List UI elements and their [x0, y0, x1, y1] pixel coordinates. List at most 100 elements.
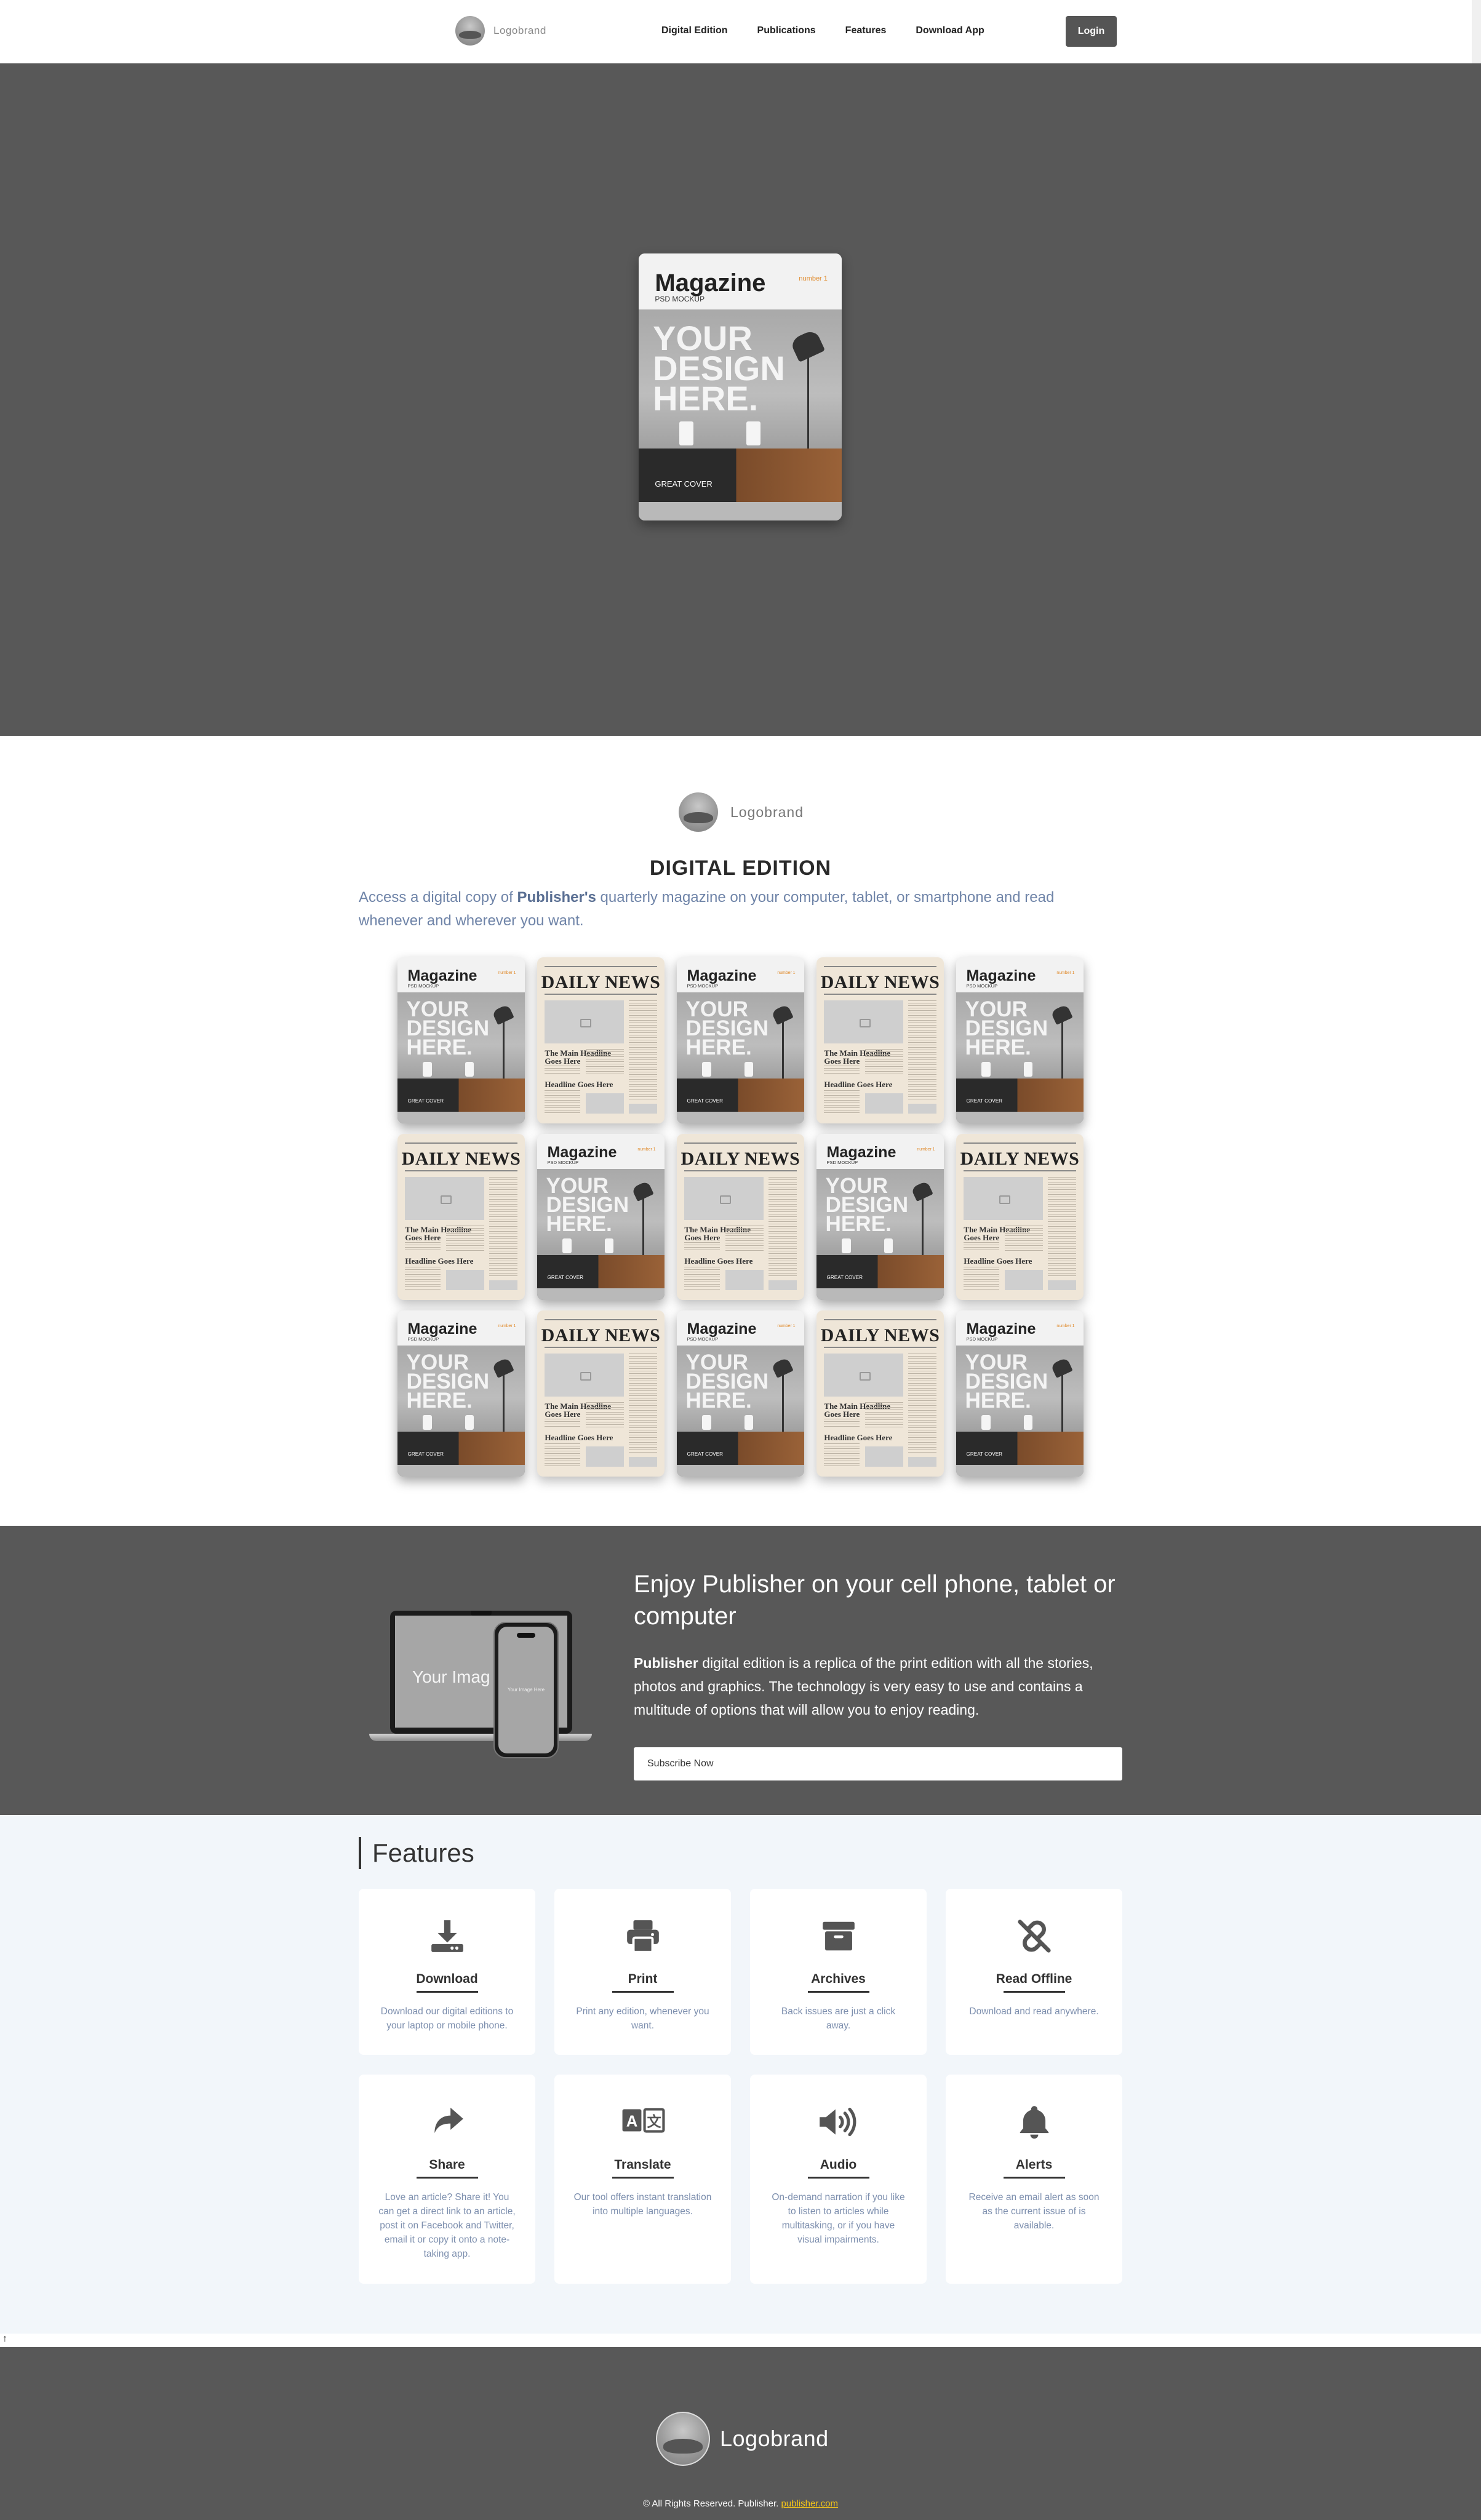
- unlink-icon: [946, 1917, 1122, 1960]
- back-to-top-bar: ↑: [0, 2334, 1481, 2347]
- digital-edition-logo-text: Logobrand: [730, 803, 804, 820]
- magazine-title: Magazine: [655, 269, 766, 297]
- newspaper-cover-item[interactable]: DAILY NEWS The Main Headline Goes Here Hea…: [816, 957, 944, 1123]
- subscribe-button[interactable]: Subscribe Now: [634, 1747, 1122, 1780]
- hero-magazine-cover[interactable]: Magazine PSD MOCKUP number 1 YOUR DESIGN HE…: [639, 253, 842, 520]
- magazine-cover-item[interactable]: Magazine PSD MOCKUP number 1 YOUR DESIGN HE…: [537, 1134, 665, 1300]
- newspaper-subheadline: Headline Goes Here: [824, 1079, 893, 1089]
- magazine-title: Magazine: [407, 1320, 477, 1338]
- magazine-title: Magazine: [687, 967, 757, 985]
- newspaper-subheadline: Headline Goes Here: [545, 1079, 613, 1089]
- magazine-caption: GREAT COVER: [966, 1098, 1003, 1104]
- feature-title: Translate: [614, 2158, 671, 2172]
- archive-icon: [750, 1917, 927, 1960]
- feature-title: Share: [429, 2158, 465, 2172]
- magazine-number: number 1: [1056, 970, 1075, 975]
- magazine-cover-item[interactable]: Magazine PSD MOCKUP number 1 YOUR DESIGN HE…: [956, 1310, 1084, 1477]
- print-icon: [554, 1917, 731, 1960]
- newspaper-cover-item[interactable]: DAILY NEWS The Main Headline Goes Here Hea…: [816, 1310, 944, 1477]
- magazine-subtitle: PSD MOCKUP: [966, 1336, 998, 1342]
- feature-card-read-offline: Read Offline Download and read anywhere.: [946, 1889, 1122, 2055]
- newspaper-subheadline: Headline Goes Here: [824, 1432, 893, 1442]
- nav-link-features[interactable]: Features: [845, 25, 887, 36]
- magazine-subtitle: PSD MOCKUP: [966, 983, 998, 989]
- nav-link-digital-edition[interactable]: Digital Edition: [661, 25, 728, 36]
- magazine-cover-item[interactable]: Magazine PSD MOCKUP number 1 YOUR DESIGN HE…: [816, 1134, 944, 1300]
- newspaper-cover-item[interactable]: DAILY NEWS The Main Headline Goes Here Hea…: [537, 1310, 665, 1477]
- feature-card-translate: A 文 Translate Our tool offers instant trans…: [554, 2075, 731, 2284]
- newspaper-cover-item[interactable]: DAILY NEWS The Main Headline Goes Here Hea…: [537, 957, 665, 1123]
- magazine-caption: GREAT COVER: [547, 1274, 584, 1280]
- magazine-number: number 1: [777, 970, 796, 975]
- newspaper-title: DAILY NEWS: [541, 1325, 661, 1346]
- scrollbar[interactable]: [1472, 0, 1481, 63]
- app-text: digital edition is a replica of the prin…: [634, 1655, 1093, 1718]
- magazine-number: number 1: [777, 1323, 796, 1328]
- digital-edition-description: Access a digital copy of Publisher's qua…: [359, 886, 1122, 933]
- nav-link-publications[interactable]: Publications: [757, 25, 816, 36]
- newspaper-subheadline: Headline Goes Here: [964, 1256, 1032, 1266]
- features-section: [0, 1815, 1481, 2334]
- magazine-caption: GREAT COVER: [407, 1098, 444, 1104]
- feature-title: Archives: [811, 1972, 866, 1986]
- magazine-title: Magazine: [966, 1320, 1036, 1338]
- feature-card-print: Print Print any edition, whenever you wan…: [554, 1889, 731, 2055]
- newspaper-photo: [824, 1000, 903, 1044]
- footer-logo-text: Logobrand: [720, 2426, 829, 2451]
- magazine-subtitle: PSD MOCKUP: [407, 1336, 439, 1342]
- magazine-headline: YOUR DESIGN HERE.: [406, 1350, 490, 1413]
- magazine-number: number 1: [1056, 1323, 1075, 1328]
- magazine-cover-item[interactable]: Magazine PSD MOCKUP number 1 YOUR DESIGN HE…: [677, 1310, 804, 1477]
- feature-description: Print any edition, whenever you want.: [576, 2006, 709, 2031]
- nav-links: Digital Edition Publications Features Do…: [661, 25, 1014, 36]
- nav-logo-text: Logobrand: [493, 25, 546, 36]
- laptop-screen-text: Your Imag: [412, 1667, 490, 1686]
- feature-description: Back issues are just a click away.: [781, 2006, 896, 2031]
- feature-description: On-demand narration if you like to liste…: [772, 2192, 905, 2245]
- feature-card-share: Share Love an article? Share it! You can …: [359, 2075, 535, 2284]
- bell-icon: [946, 2103, 1122, 2146]
- login-button[interactable]: Login: [1066, 16, 1117, 47]
- newspaper-title: DAILY NEWS: [541, 972, 661, 993]
- newspaper-cover-item[interactable]: DAILY NEWS The Main Headline Goes Here Hea…: [956, 1134, 1084, 1300]
- svg-text:文: 文: [647, 2114, 661, 2130]
- footer-logo: Logobrand: [656, 2412, 829, 2466]
- logo-icon: [656, 2412, 710, 2466]
- newspaper-cover-item[interactable]: DAILY NEWS The Main Headline Goes Here Hea…: [397, 1134, 525, 1300]
- magazine-title: Magazine: [966, 967, 1036, 985]
- feature-title: Download: [416, 1972, 478, 1986]
- footer-link[interactable]: publisher.com: [781, 2498, 838, 2509]
- newspaper-subheadline: Headline Goes Here: [405, 1256, 474, 1266]
- feature-card-archives: Archives Back issues are just a click awa…: [750, 1889, 927, 2055]
- top-navbar: Logobrand Digital Edition Publications F…: [0, 0, 1472, 63]
- app-title: Enjoy Publisher on your cell phone, tabl…: [634, 1571, 1116, 1630]
- magazine-caption: GREAT COVER: [655, 479, 713, 488]
- magazine-cover-item[interactable]: Magazine PSD MOCKUP number 1 YOUR DESIGN HE…: [397, 957, 525, 1123]
- feature-title: Read Offline: [996, 1972, 1072, 1986]
- desc-text: Access a digital copy of: [359, 889, 517, 906]
- audio-icon: [750, 2103, 927, 2146]
- magazine-cover-item[interactable]: Magazine PSD MOCKUP number 1 YOUR DESIGN HE…: [677, 957, 804, 1123]
- feature-title: Print: [628, 1972, 658, 1986]
- magazine-subtitle: PSD MOCKUP: [826, 1159, 858, 1165]
- app-publisher: Publisher: [634, 1655, 698, 1671]
- magazine-cover-item[interactable]: Magazine PSD MOCKUP number 1 YOUR DESIGN HE…: [397, 1310, 525, 1477]
- download-icon: [359, 1917, 535, 1960]
- feature-card-audio: Audio On-demand narration if you like to …: [750, 2075, 927, 2284]
- logo-icon: [455, 16, 485, 46]
- feature-card-alerts: Alerts Receive an email alert as soon as …: [946, 2075, 1122, 2284]
- newspaper-cover-item[interactable]: DAILY NEWS The Main Headline Goes Here Hea…: [677, 1134, 804, 1300]
- magazine-headline: YOUR DESIGN HERE.: [825, 1174, 909, 1236]
- magazine-caption: GREAT COVER: [966, 1451, 1003, 1457]
- back-to-top-icon[interactable]: ↑: [2, 2334, 7, 2345]
- magazine-cover-item[interactable]: Magazine PSD MOCKUP number 1 YOUR DESIGN HE…: [956, 957, 1084, 1123]
- share-icon: [359, 2103, 535, 2146]
- nav-link-download-app[interactable]: Download App: [916, 25, 984, 36]
- magazine-title: Magazine: [687, 1320, 757, 1338]
- nav-logo[interactable]: Logobrand: [455, 16, 546, 46]
- digital-edition-logo: Logobrand: [679, 792, 804, 832]
- newspaper-subheadline: Headline Goes Here: [684, 1256, 753, 1266]
- logo-icon: [679, 792, 718, 832]
- newspaper-title: DAILY NEWS: [820, 972, 940, 993]
- magazine-number: number 1: [637, 1147, 656, 1152]
